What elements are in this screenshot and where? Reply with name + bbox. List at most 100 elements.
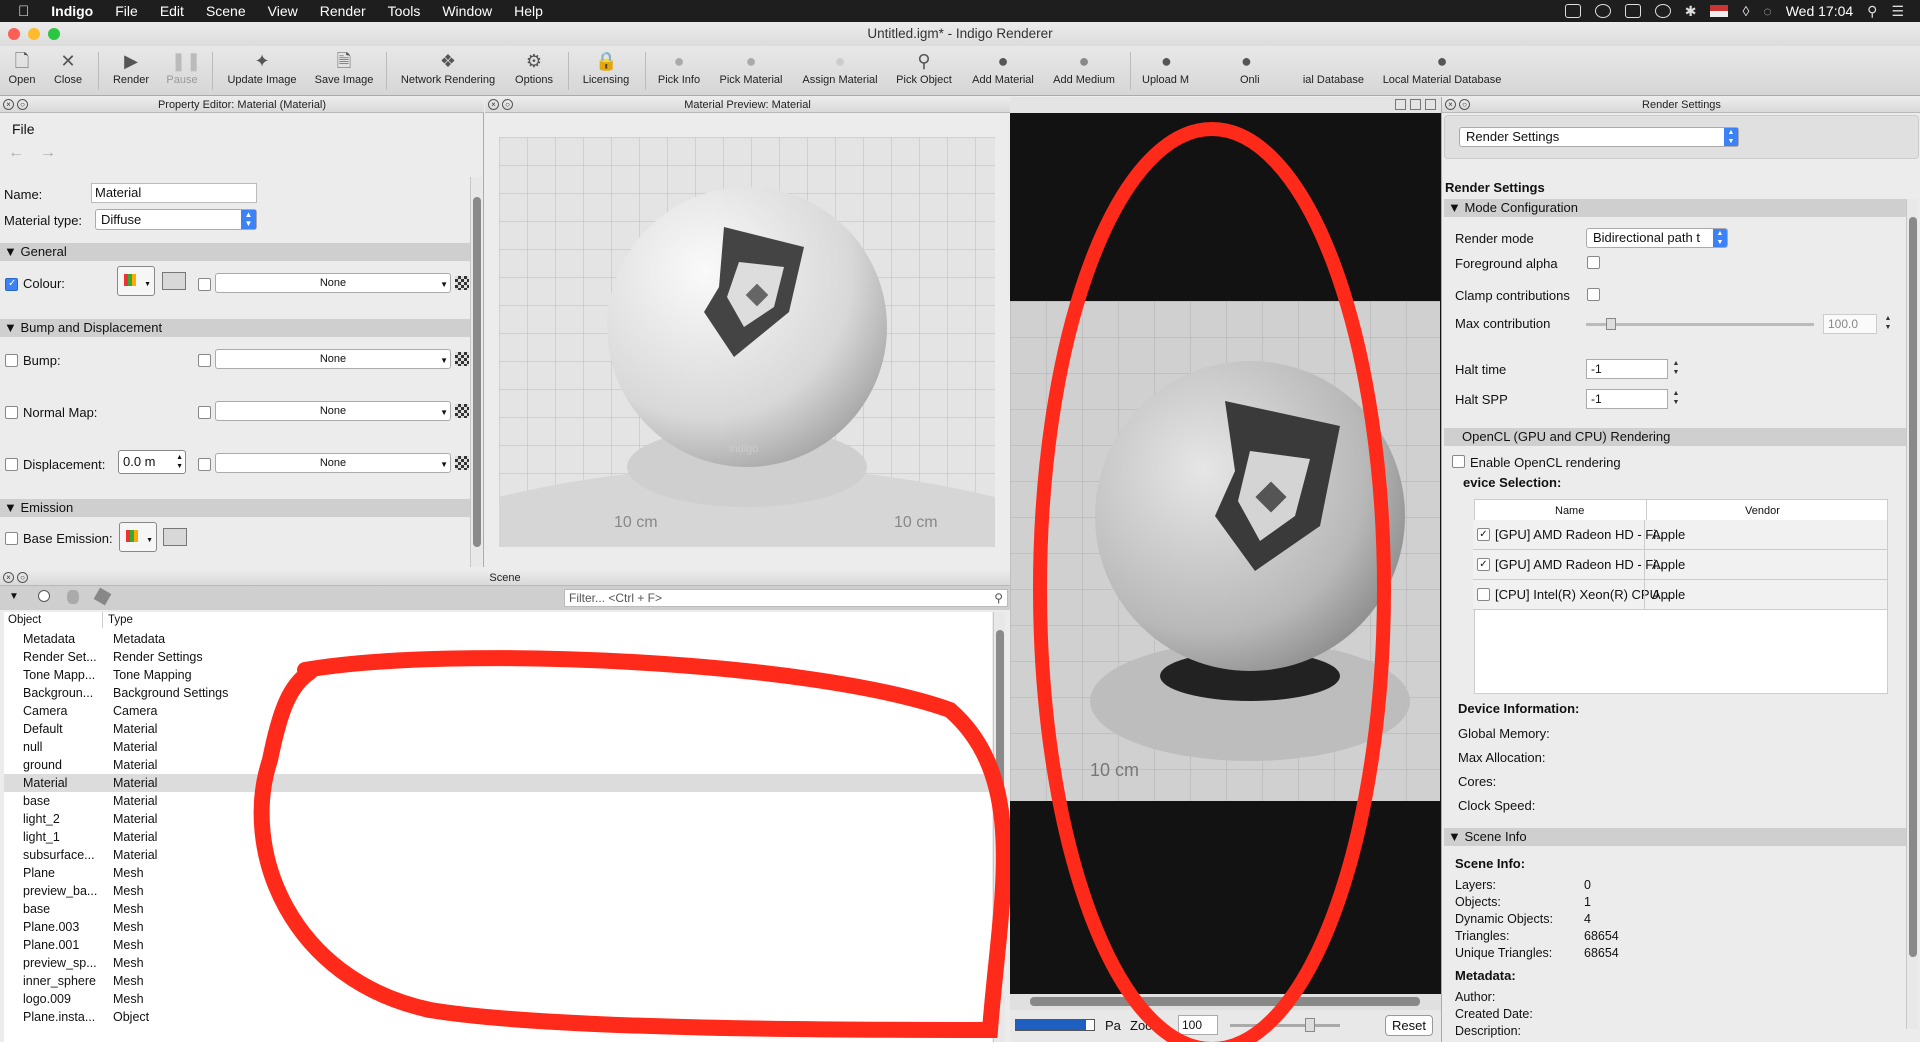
status-info-icon[interactable] xyxy=(1594,4,1611,18)
emission-value-swatch[interactable] xyxy=(163,528,187,546)
render-button[interactable]: ▶ Render xyxy=(110,46,152,96)
texture-browse-icon[interactable] xyxy=(455,276,469,290)
forward-arrow-icon[interactable]: → xyxy=(40,144,56,162)
menu-file[interactable]: File xyxy=(104,3,149,19)
device-row[interactable]: ✓ [GPU] AMD Radeon HD - Fi... Apple xyxy=(1473,550,1887,580)
menu-window[interactable]: Window xyxy=(431,3,503,19)
save-image-button[interactable]: 🗎 Save Image xyxy=(312,46,376,96)
bluetooth-icon[interactable]: ✱ xyxy=(1685,3,1697,20)
displacement-texture-checkbox[interactable] xyxy=(198,458,211,471)
material-preview-image[interactable]: indigo 10 cm 10 cm xyxy=(499,137,995,547)
light-icon[interactable] xyxy=(38,590,50,602)
menu-help[interactable]: Help xyxy=(503,3,554,19)
minimize-window-button[interactable] xyxy=(28,28,40,40)
flag-icon[interactable] xyxy=(1710,5,1729,17)
halt-time-input[interactable]: -1 xyxy=(1586,359,1668,379)
render-settings-scrollbar[interactable] xyxy=(1906,199,1918,1029)
device-row[interactable]: ✓ [GPU] AMD Radeon HD - Fi... Apple xyxy=(1473,520,1887,550)
displacement-input[interactable]: 0.0 m ▲ ▼ xyxy=(118,450,186,474)
airplay-icon[interactable] xyxy=(1624,4,1641,18)
texture-browse-icon[interactable] xyxy=(455,456,469,470)
device-checkbox[interactable] xyxy=(1477,588,1490,601)
stepper-icon[interactable]: ▲ ▼ xyxy=(1671,389,1681,409)
pick-object-button[interactable]: ⚲ Pick Object xyxy=(893,46,955,96)
max-contribution-slider-track[interactable] xyxy=(1586,323,1814,326)
open-button[interactable]: 🗋 Open xyxy=(5,46,39,96)
column-header-type[interactable]: Type xyxy=(108,614,133,626)
panel-float-icon[interactable]: ○ xyxy=(1459,99,1470,110)
max-contribution-input[interactable]: 100.0 xyxy=(1823,314,1877,334)
scrollbar-thumb[interactable] xyxy=(1909,217,1917,957)
network-rendering-button[interactable]: ❖ Network Rendering xyxy=(400,46,496,96)
zoom-window-button[interactable] xyxy=(48,28,60,40)
search-icon[interactable]: ⚲ xyxy=(1867,3,1877,20)
update-image-button[interactable]: ✦ Update Image xyxy=(225,46,299,96)
volume-icon[interactable]: ◊ xyxy=(1742,3,1749,19)
base-emission-checkbox[interactable] xyxy=(5,532,18,545)
time-machine-icon[interactable] xyxy=(1654,4,1671,18)
render-mode-select[interactable]: Bidirectional path t ▲ ▼ xyxy=(1586,228,1728,248)
panel-close-icon[interactable]: × xyxy=(488,99,499,110)
close-window-button[interactable] xyxy=(8,28,20,40)
material-icon[interactable] xyxy=(67,590,79,604)
table-row[interactable]: Metadata Metadata xyxy=(4,630,994,648)
bump-texture-select[interactable]: None ▼ xyxy=(215,349,451,369)
close-button[interactable]: ✕ Close xyxy=(50,46,86,96)
assign-material-button[interactable]: ● Assign Material xyxy=(798,46,882,96)
emission-colour-picker-button[interactable]: ▼ xyxy=(119,522,157,552)
column-header-name[interactable]: Name xyxy=(1555,500,1584,522)
scrollbar-thumb[interactable] xyxy=(473,197,481,547)
licensing-button[interactable]: 🔒 Licensing xyxy=(578,46,634,96)
stepper-icon[interactable]: ▲ ▼ xyxy=(1883,314,1893,334)
enable-opencl-checkbox[interactable] xyxy=(1452,455,1465,468)
device-row[interactable]: [CPU] Intel(R) Xeon(R) CPU ... Apple xyxy=(1473,580,1887,610)
panel-close-icon[interactable]: × xyxy=(3,572,14,583)
normal-map-texture-checkbox[interactable] xyxy=(198,406,211,419)
pick-material-button[interactable]: ● Pick Material xyxy=(716,46,786,96)
normal-map-texture-select[interactable]: None ▼ xyxy=(215,401,451,421)
stepper-icon[interactable]: ▲ ▼ xyxy=(176,453,183,471)
render-settings-select[interactable]: Render Settings ▲ ▼ xyxy=(1459,127,1739,147)
colour-texture-checkbox[interactable] xyxy=(198,278,211,291)
back-arrow-icon[interactable]: ← xyxy=(8,144,24,162)
column-header-object[interactable]: Object xyxy=(8,614,41,626)
menu-app[interactable]: Indigo xyxy=(40,3,104,19)
stepper-icon[interactable]: ▲ ▼ xyxy=(1671,359,1681,379)
texture-browse-icon[interactable] xyxy=(455,404,469,418)
panel-close-icon[interactable]: × xyxy=(1445,99,1456,110)
bump-checkbox[interactable] xyxy=(5,354,18,367)
texture-browse-icon[interactable] xyxy=(455,352,469,366)
panel-float-icon[interactable]: ○ xyxy=(17,572,28,583)
panel-float-icon[interactable]: ○ xyxy=(502,99,513,110)
pick-info-button[interactable]: ● Pick Info xyxy=(653,46,705,96)
panel-close-icon[interactable]: × xyxy=(3,99,14,110)
list-icon[interactable]: ☰ xyxy=(1891,3,1904,20)
mode-configuration-header[interactable]: ▼ Mode Configuration xyxy=(1444,199,1906,217)
colour-value-swatch[interactable] xyxy=(162,272,186,290)
pe-menu-file[interactable]: File xyxy=(12,121,35,137)
clock[interactable]: Wed 17:04 xyxy=(1786,3,1853,19)
colour-checkbox[interactable] xyxy=(5,278,18,291)
displacement-checkbox[interactable] xyxy=(5,458,18,471)
max-contribution-slider-thumb[interactable] xyxy=(1606,318,1616,330)
emission-section-header[interactable]: ▼ Emission xyxy=(0,499,470,517)
status-check-icon[interactable] xyxy=(1564,4,1581,18)
menu-tools[interactable]: Tools xyxy=(377,3,432,19)
halt-spp-input[interactable]: -1 xyxy=(1586,389,1668,409)
menu-scene[interactable]: Scene xyxy=(195,3,257,19)
colour-texture-select[interactable]: None ▼ xyxy=(215,273,451,293)
displacement-texture-select[interactable]: None ▼ xyxy=(215,453,451,473)
colour-picker-button[interactable]: ▼ xyxy=(117,266,155,296)
bump-section-header[interactable]: ▼ Bump and Displacement xyxy=(0,319,470,337)
pause-button[interactable]: ❚❚ Pause xyxy=(162,46,202,96)
opencl-section-header[interactable]: OpenCL (GPU and CPU) Rendering xyxy=(1444,428,1906,446)
menu-render[interactable]: Render xyxy=(309,3,377,19)
mesh-icon[interactable] xyxy=(93,587,112,606)
wifi-icon[interactable]: ◌ xyxy=(1763,3,1771,19)
clamp-contributions-checkbox[interactable] xyxy=(1587,288,1600,301)
property-editor-scrollbar[interactable] xyxy=(470,177,482,567)
apple-icon[interactable]:  xyxy=(0,3,40,20)
options-button[interactable]: ⚙ Options xyxy=(511,46,557,96)
material-type-select[interactable]: Diffuse ▲ ▼ xyxy=(95,209,257,230)
device-checkbox[interactable]: ✓ xyxy=(1477,528,1490,541)
